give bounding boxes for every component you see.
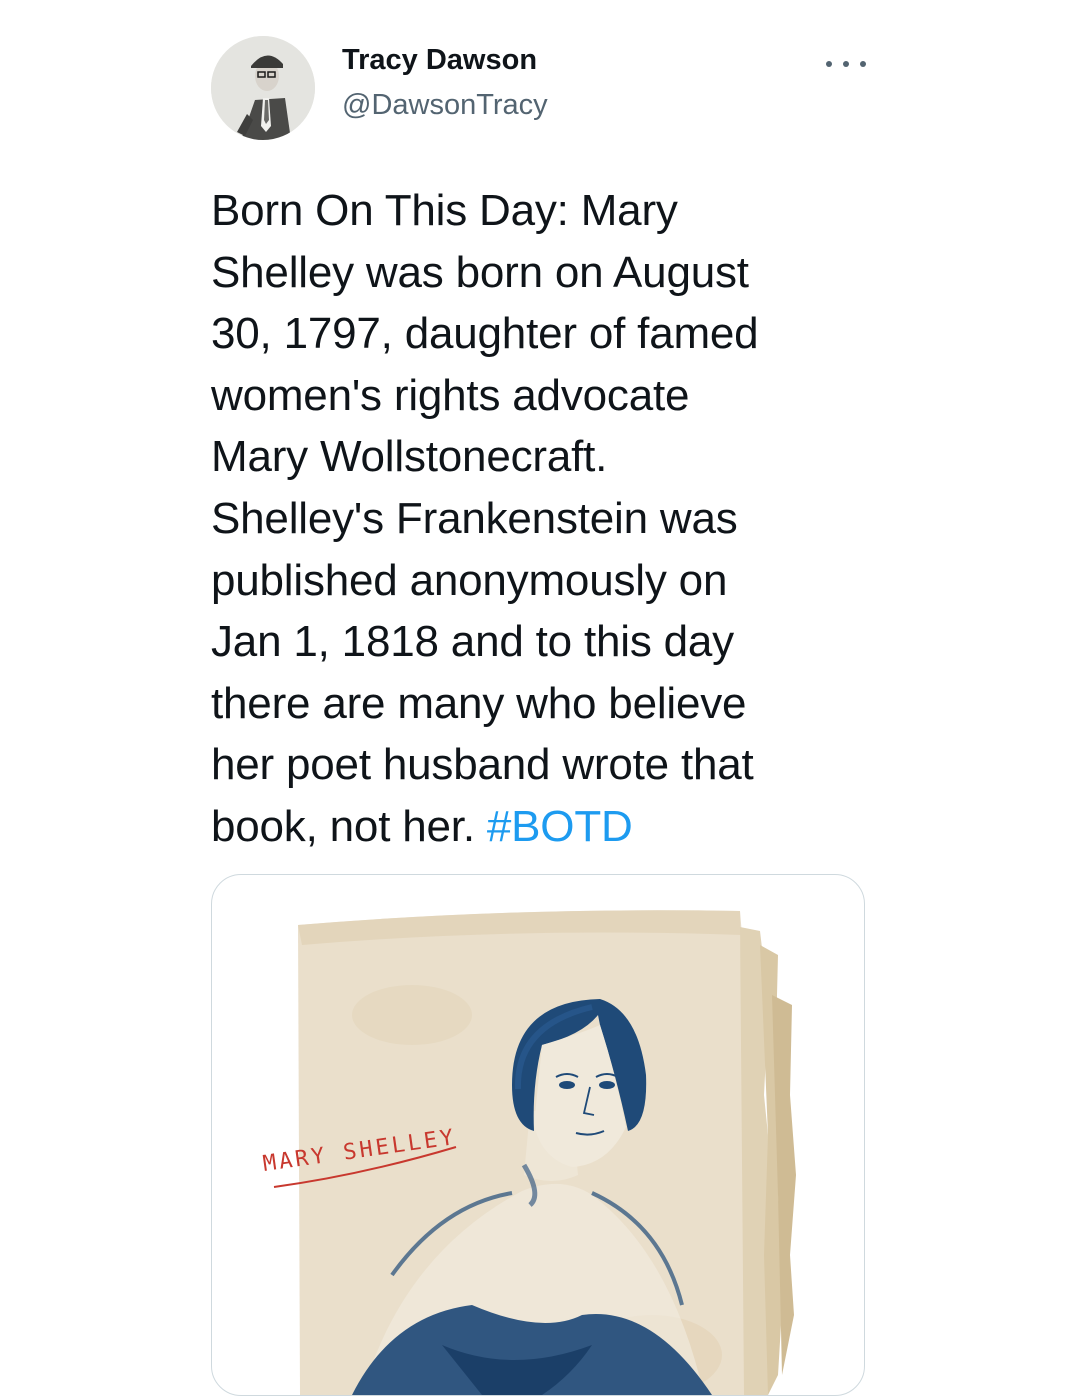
tweet-last-line: book, not her. #BOTD bbox=[211, 796, 861, 858]
tweet-line: Jan 1, 1818 and to this day bbox=[211, 617, 734, 667]
author-avatar[interactable] bbox=[211, 36, 315, 140]
tweet-line: Shelley's Frankenstein was bbox=[211, 493, 738, 543]
tweet-text: Born On This Day: Mary Shelley was born … bbox=[211, 180, 861, 858]
tweet-line: her poet husband wrote that bbox=[211, 740, 754, 790]
tweet-line: Mary Wollstonecraft. bbox=[211, 432, 608, 482]
mary-shelley-illustration: MARY SHELLEY bbox=[261, 910, 796, 1395]
hashtag-link[interactable]: #BOTD bbox=[487, 802, 633, 851]
tweet-line: there are many who believe bbox=[211, 678, 747, 728]
avatar-photo bbox=[211, 36, 315, 140]
tweet-media[interactable]: MARY SHELLEY bbox=[211, 874, 865, 1396]
author-handle[interactable]: @DawsonTracy bbox=[342, 89, 548, 122]
more-horizontal-icon[interactable] bbox=[826, 52, 866, 76]
tweet-line: book, not her. bbox=[211, 801, 475, 851]
author-name[interactable]: Tracy Dawson bbox=[342, 44, 537, 77]
tweet-line: Shelley was born on August bbox=[211, 247, 749, 297]
tweet-line: women's rights advocate bbox=[211, 370, 690, 420]
tweet-line: Born On This Day: Mary bbox=[211, 186, 678, 235]
tweet-line: 30, 1797, daughter of famed bbox=[211, 309, 759, 359]
tweet-line: published anonymously on bbox=[211, 555, 728, 605]
